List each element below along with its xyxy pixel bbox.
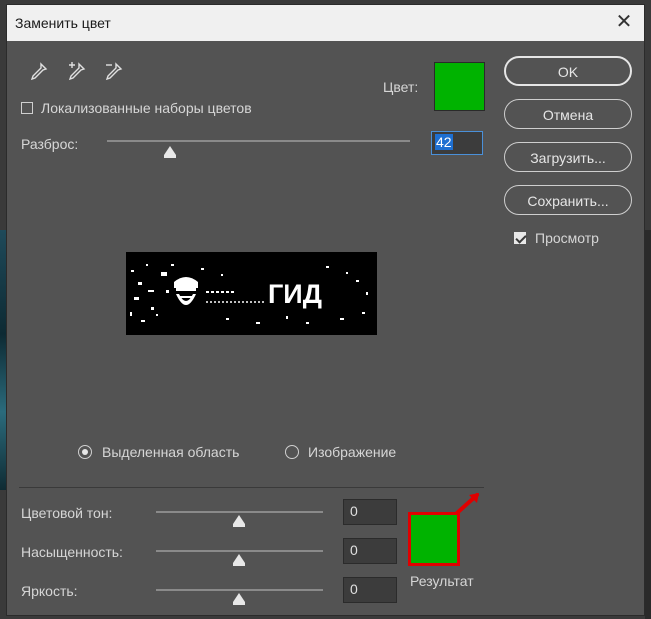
saturation-slider-thumb[interactable]: [233, 554, 245, 566]
saturation-label: Насыщенность:: [21, 544, 123, 560]
selection-preview: ГИД: [126, 252, 377, 335]
lightness-input[interactable]: 0: [343, 577, 397, 603]
lightness-slider[interactable]: [156, 589, 323, 591]
title-bar: Заменить цвет ✕: [7, 5, 644, 41]
fuzziness-label: Разброс:: [21, 136, 79, 152]
preview-checkbox[interactable]: [514, 232, 526, 244]
hue-slider-thumb[interactable]: [233, 515, 245, 527]
eyedropper-icon[interactable]: [27, 61, 49, 83]
result-label: Результат: [410, 573, 474, 589]
hue-slider[interactable]: [156, 511, 323, 513]
save-button[interactable]: Сохранить...: [504, 185, 632, 215]
localized-clusters-label: Локализованные наборы цветов: [41, 100, 252, 116]
selection-radio-label: Выделенная область: [102, 444, 240, 460]
cancel-button[interactable]: Отмена: [504, 99, 632, 129]
localized-clusters-checkbox[interactable]: [21, 102, 33, 114]
close-icon[interactable]: ✕: [614, 12, 634, 32]
lightness-slider-thumb[interactable]: [233, 593, 245, 605]
hue-input[interactable]: 0: [343, 499, 397, 525]
saturation-input[interactable]: 0: [343, 538, 397, 564]
replacement-divider: [19, 487, 484, 488]
color-swatch[interactable]: [434, 62, 485, 111]
result-swatch[interactable]: [408, 512, 460, 566]
load-button[interactable]: Загрузить...: [504, 142, 632, 172]
fuzziness-input[interactable]: 42: [431, 131, 483, 155]
dialog-title: Заменить цвет: [15, 15, 111, 31]
fuzziness-value: 42: [435, 134, 453, 150]
eyedropper-plus-icon[interactable]: [65, 61, 87, 83]
saturation-slider[interactable]: [156, 550, 323, 552]
preview-mask-image: ГИД: [126, 252, 377, 335]
fuzziness-slider-thumb[interactable]: [164, 146, 176, 158]
preview-logo-text: ГИД: [268, 279, 322, 309]
replace-color-dialog: Заменить цвет ✕ Локализованные наборы цв…: [6, 4, 645, 616]
background-panel-strip: [645, 230, 651, 619]
fuzziness-slider[interactable]: [107, 140, 410, 142]
highlight-arrow-icon: [455, 493, 479, 515]
ok-button[interactable]: OK: [504, 56, 632, 86]
image-radio-label: Изображение: [308, 444, 397, 460]
preview-label: Просмотр: [535, 230, 599, 246]
color-label: Цвет:: [383, 79, 419, 95]
eyedropper-minus-icon[interactable]: [102, 61, 124, 83]
lightness-label: Яркость:: [21, 583, 78, 599]
image-radio[interactable]: [285, 445, 299, 459]
hue-label: Цветовой тон:: [21, 505, 113, 521]
selection-radio[interactable]: [78, 445, 92, 459]
